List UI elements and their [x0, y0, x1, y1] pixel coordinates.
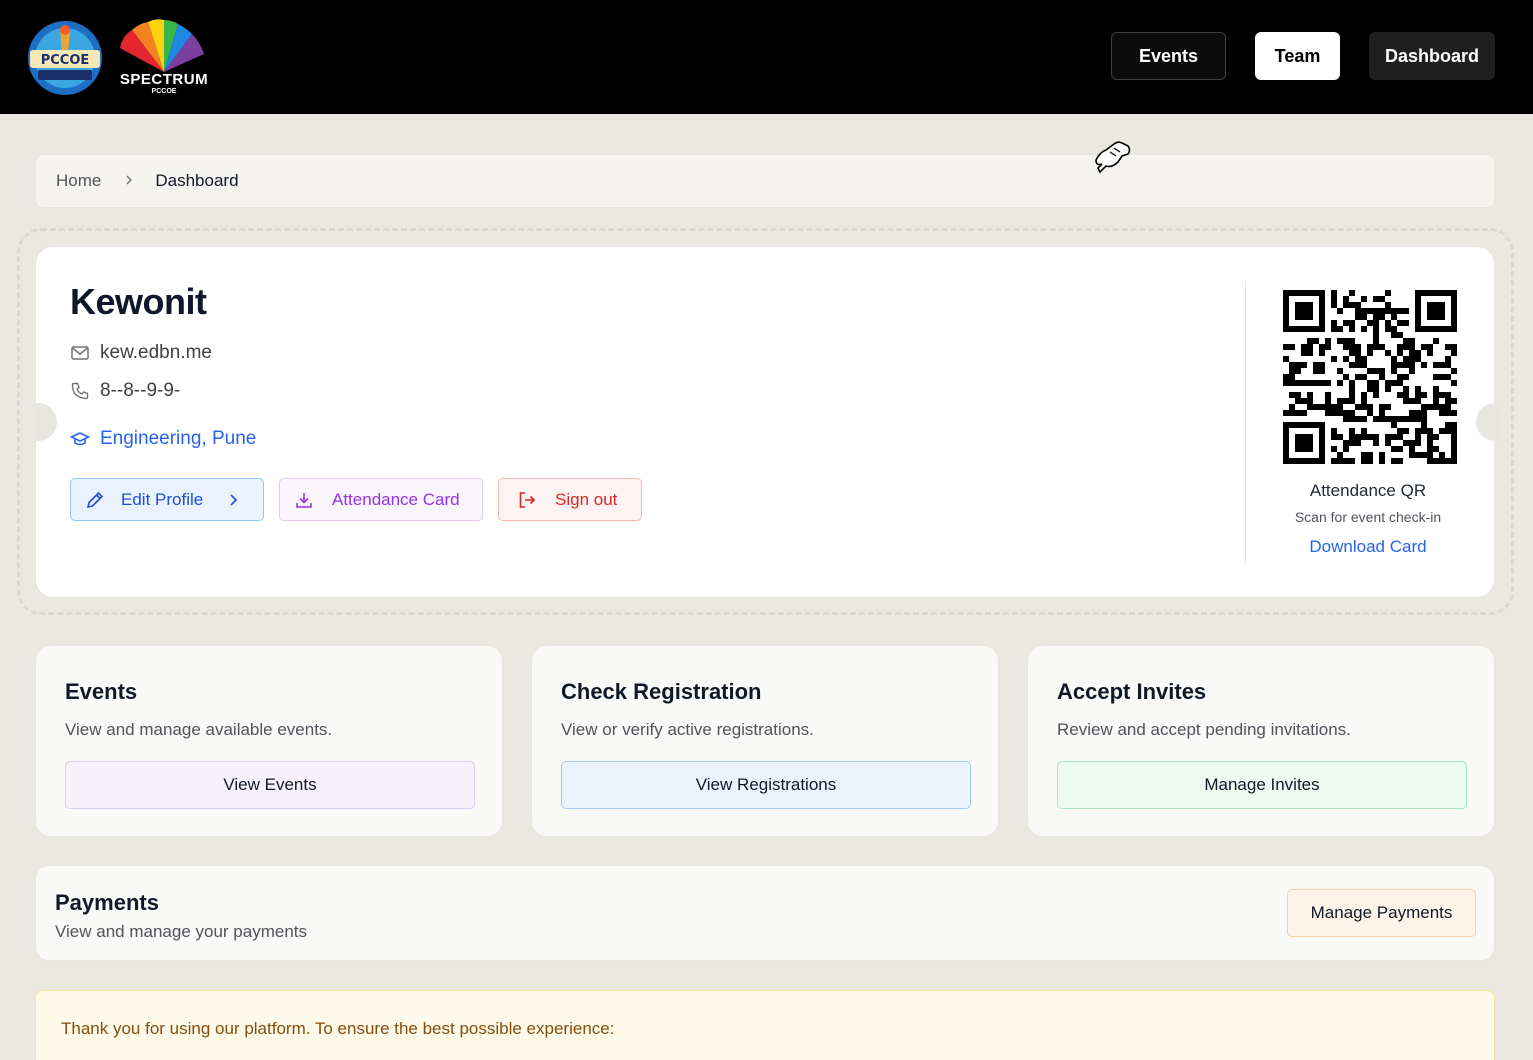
manage-invites-button[interactable]: Manage Invites: [1057, 761, 1467, 809]
sign-out-button[interactable]: Sign out: [498, 478, 642, 521]
view-registrations-button[interactable]: View Registrations: [561, 761, 971, 809]
qr-finder-pattern: [1415, 290, 1457, 332]
download-icon: [296, 492, 312, 508]
events-card: Events View and manage available events.…: [35, 645, 503, 837]
check-registration-card-description: View or verify active registrations.: [561, 720, 814, 739]
check-registration-card-title: Check Registration: [561, 679, 762, 704]
download-card-link[interactable]: Download Card: [1252, 537, 1484, 557]
notice-text: Thank you for using our platform. To ens…: [61, 1019, 615, 1038]
profile-email: kew.edbn.me: [100, 342, 212, 363]
mail-icon: [71, 346, 89, 360]
events-card-description: View and manage available events.: [65, 720, 333, 739]
pccoe-logo[interactable]: PCCOE: [24, 20, 106, 96]
qr-subtitle: Scan for event check-in: [1294, 509, 1442, 525]
qr-divider: [1245, 281, 1246, 563]
qr-finder-pattern: [1283, 290, 1325, 332]
nav-dashboard-button[interactable]: Dashboard: [1369, 32, 1495, 80]
chevron-right-icon: [123, 173, 135, 189]
breadcrumb-current: Dashboard: [155, 171, 239, 190]
profile-college-row: Engineering, Pune: [70, 428, 256, 450]
breadcrumb-home-link[interactable]: Home: [56, 171, 101, 191]
accept-invites-card: Accept Invites Review and accept pending…: [1027, 645, 1495, 837]
spectrum-logo[interactable]: SPECTRUM PCCOE: [114, 18, 214, 98]
pencil-icon: [86, 491, 104, 508]
breadcrumb: Home Dashboard: [35, 154, 1495, 208]
check-registration-card: Check Registration View or verify active…: [531, 645, 999, 837]
log-out-icon: [519, 491, 536, 508]
accept-invites-card-title: Accept Invites: [1057, 679, 1207, 704]
edit-profile-button[interactable]: Edit Profile: [70, 478, 264, 521]
payments-description: View and manage your payments: [55, 922, 308, 941]
chevron-right-icon: [230, 493, 238, 506]
profile-college: Engineering, Pune: [100, 428, 257, 449]
manage-payments-button[interactable]: Manage Payments: [1287, 889, 1476, 937]
phone-icon: [71, 382, 89, 400]
notice-banner: Thank you for using our platform. To ens…: [35, 990, 1495, 1060]
edit-profile-label: Edit Profile: [121, 489, 204, 509]
events-card-title: Events: [65, 679, 138, 704]
profile-card: Kewonit kew.edbn.me 8--8--9-9- Engineeri…: [35, 246, 1495, 598]
graduation-cap-icon: [70, 432, 90, 446]
profile-phone: 8--8--9-9-: [100, 380, 181, 401]
qr-finder-pattern: [1283, 422, 1325, 464]
sign-out-label: Sign out: [555, 489, 618, 509]
qr-title: Attendance QR: [1309, 481, 1427, 500]
hand-cursor-icon: [1095, 141, 1131, 174]
nav-events-button[interactable]: Events: [1111, 32, 1226, 80]
attendance-card-button[interactable]: Attendance Card: [279, 478, 483, 521]
spectrum-logo-subtext: PCCOE: [151, 88, 177, 95]
payments-title: Payments: [55, 890, 159, 915]
spectrum-logo-text: SPECTRUM: [119, 71, 209, 88]
attendance-card-label: Attendance Card: [332, 489, 460, 509]
attendance-qr-code: [1283, 290, 1457, 464]
profile-email-row: kew.edbn.me: [70, 342, 212, 364]
nav-team-button[interactable]: Team: [1255, 32, 1340, 80]
view-events-button[interactable]: View Events: [65, 761, 475, 809]
spectrum-fan-icon: [120, 19, 204, 72]
payments-card: Payments View and manage your payments M…: [35, 865, 1495, 961]
accept-invites-card-description: Review and accept pending invitations.: [1057, 720, 1351, 739]
top-navbar: PCCOE SPECTRUM PCCOE Events Team Dashboa…: [0, 0, 1533, 114]
profile-phone-row: 8--8--9-9-: [70, 380, 180, 402]
svg-text:PCCOE: PCCOE: [41, 53, 90, 68]
profile-name: Kewonit: [70, 281, 207, 322]
